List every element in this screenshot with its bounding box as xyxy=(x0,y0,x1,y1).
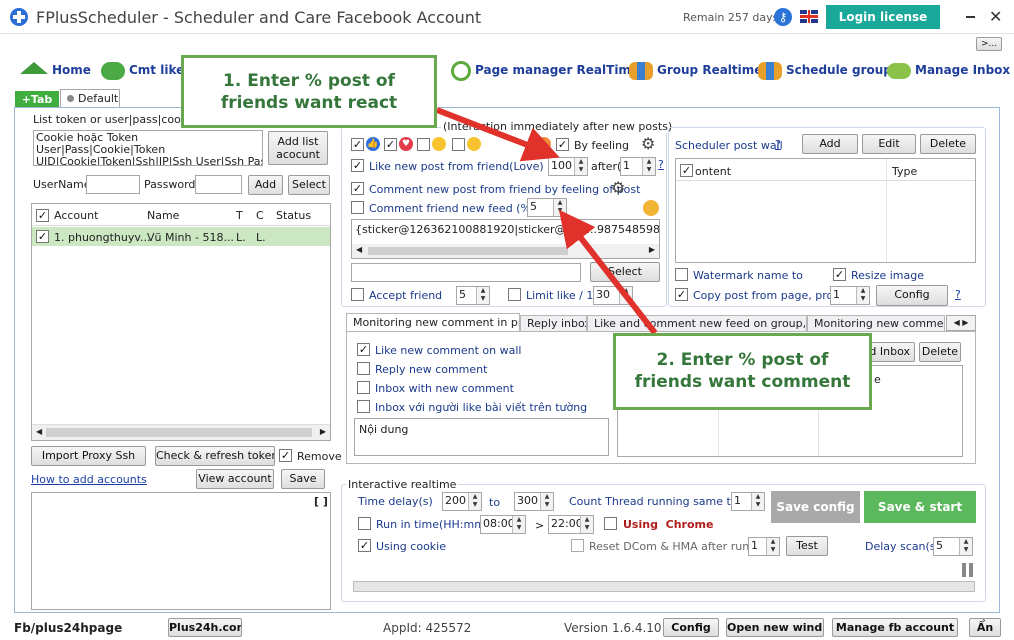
callout-one: 1. Enter % post of friends want react xyxy=(181,55,437,128)
annotation-arrows xyxy=(435,107,658,335)
arrow-one xyxy=(435,107,560,162)
arrow-two xyxy=(558,209,658,335)
callout-two: 2. Enter % post of friends want comment xyxy=(613,333,872,410)
